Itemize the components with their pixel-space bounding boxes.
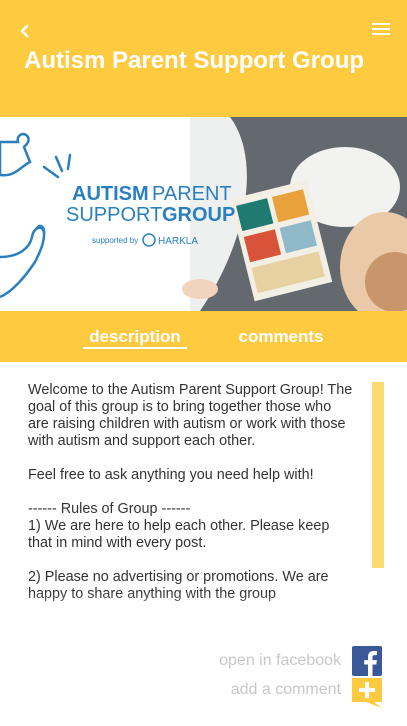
tab-bar: description comments <box>0 311 407 362</box>
tab-comments[interactable]: comments <box>226 327 336 347</box>
description-paragraph: Welcome to the Autism Parent Support Gro… <box>28 382 353 449</box>
back-button[interactable] <box>14 20 34 42</box>
group-banner-image: AUTISM PARENT SUPPORT GROUP supported by… <box>0 117 407 311</box>
chevron-left-icon <box>20 24 29 38</box>
description-fade <box>0 592 380 632</box>
menu-button[interactable] <box>368 18 394 40</box>
svg-text:HARKLA: HARKLA <box>158 236 198 247</box>
page-title: Autism Parent Support Group <box>24 47 365 74</box>
facebook-icon[interactable] <box>352 646 382 676</box>
app-header: Autism Parent Support Group <box>0 0 407 117</box>
description-scrollbar[interactable] <box>372 382 384 568</box>
tab-description[interactable]: description <box>83 327 187 347</box>
svg-text:supported by: supported by <box>92 236 138 245</box>
svg-text:GROUP: GROUP <box>162 204 235 226</box>
open-in-facebook-link[interactable]: open in facebook <box>219 652 341 670</box>
svg-text:AUTISM: AUTISM <box>72 183 149 205</box>
description-paragraph: Feel free to ask anything you need help … <box>28 467 314 483</box>
add-comment-link[interactable]: add a comment <box>231 681 341 699</box>
hamburger-menu-icon <box>372 23 390 35</box>
svg-text:PARENT: PARENT <box>152 183 232 205</box>
active-tab-indicator <box>83 347 187 349</box>
add-comment-icon[interactable] <box>352 678 382 708</box>
description-paragraph: ------ Rules of Group ------ 1) We are h… <box>28 501 330 551</box>
group-description: Welcome to the Autism Parent Support Gro… <box>28 382 353 612</box>
svg-text:SUPPORT: SUPPORT <box>66 204 162 226</box>
